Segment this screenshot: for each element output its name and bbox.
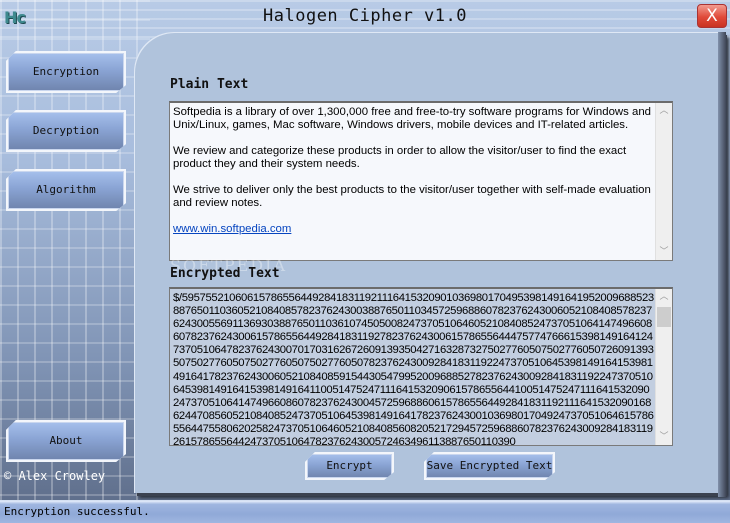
plain-text-paragraph: We strive to deliver only the best produ… <box>173 184 651 209</box>
scroll-up-icon[interactable]: ︿ <box>656 103 672 119</box>
sidebar-item-encryption[interactable]: Encryption <box>6 51 126 93</box>
sidebar-item-label: About <box>49 434 83 447</box>
plain-text-scrollbar[interactable]: ︿ ﹀ <box>655 103 672 260</box>
encrypt-button[interactable]: Encrypt <box>305 452 394 480</box>
sidebar-item-algorithm-settings[interactable]: Algorithm Settings <box>6 169 126 211</box>
scroll-down-icon[interactable]: ﹀ <box>656 429 672 445</box>
save-button-label: Save Encrypted Text <box>426 459 553 472</box>
save-encrypted-text-button[interactable]: Save Encrypted Text <box>424 452 555 480</box>
window-title: Halogen Cipher v1.0 <box>263 6 467 26</box>
encrypt-button-label: Encrypt <box>326 459 373 472</box>
sidebar-item-label: Decryption <box>32 124 100 137</box>
close-icon: X <box>706 6 718 26</box>
plain-text-input[interactable]: Softpedia is a library of over 1,300,000… <box>169 101 673 261</box>
encrypted-text-scrollbar[interactable]: ︿ ﹀ <box>655 289 672 445</box>
status-bar: Encryption successful. <box>0 500 730 523</box>
scroll-down-icon[interactable]: ﹀ <box>656 244 672 260</box>
encrypted-text-content: $/59575521060615786556449284183119211164… <box>173 292 654 446</box>
sidebar-item-decryption[interactable]: Decryption <box>6 110 126 152</box>
encrypted-text-output[interactable]: $/59575521060615786556449284183119211164… <box>169 287 673 446</box>
author-credit: © Alex Crowley <box>4 469 106 483</box>
sidebar-item-label: Encryption <box>32 65 100 78</box>
status-text: Encryption successful. <box>4 505 150 518</box>
scrollbar-thumb[interactable] <box>657 307 671 327</box>
plain-text-content: Softpedia is a library of over 1,300,000… <box>173 106 652 249</box>
sidebar-item-about[interactable]: About <box>6 420 126 462</box>
close-button[interactable]: X <box>697 4 727 28</box>
scroll-up-icon[interactable]: ︿ <box>656 289 672 305</box>
encrypted-text-label: Encrypted Text <box>170 266 280 281</box>
plain-text-paragraph: We review and categorize these products … <box>173 145 627 170</box>
plain-text-label: Plain Text <box>170 77 249 92</box>
softpedia-link[interactable]: www.win.softpedia.com <box>173 223 291 235</box>
panel-shadow <box>718 32 726 497</box>
plain-text-paragraph: Softpedia is a library of over 1,300,000… <box>173 106 652 131</box>
app-window: Hc Halogen Cipher v1.0 X Encryption Decr… <box>0 0 730 523</box>
